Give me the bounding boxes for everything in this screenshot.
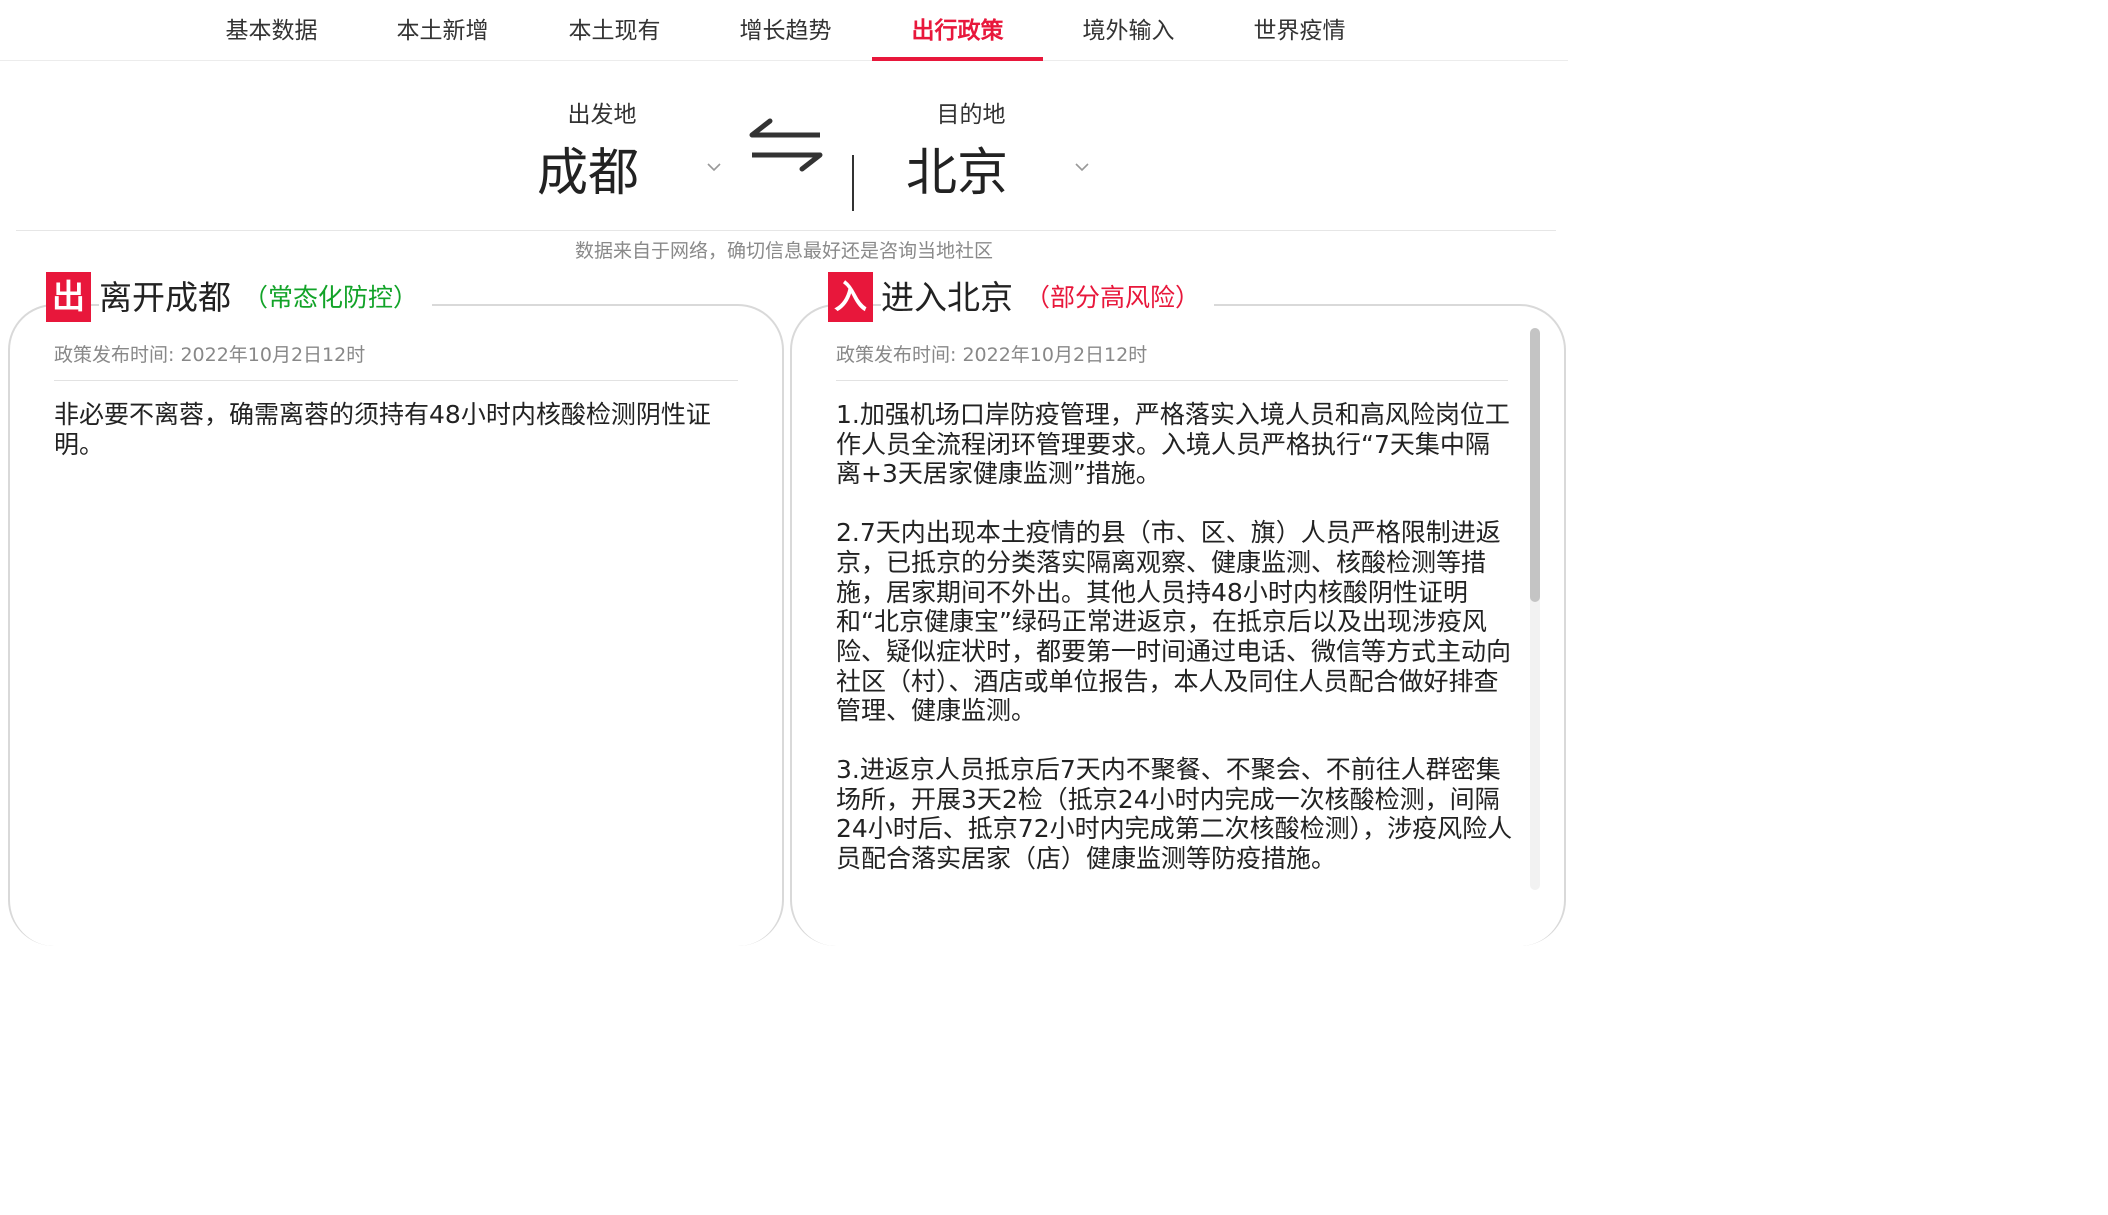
leave-risk-level: （常态化防控） — [243, 283, 419, 312]
origin-city-select[interactable]: 成都 — [488, 138, 688, 210]
enter-divider — [836, 380, 1508, 381]
leave-publish-time: 政策发布时间: 2022年10月2日12时 — [54, 344, 366, 366]
chevron-down-icon[interactable] — [1075, 162, 1089, 174]
enter-risk-level: （部分高风险） — [1025, 283, 1201, 312]
destination-city-select[interactable]: 北京 — [857, 138, 1057, 210]
enter-publish-time: 政策发布时间: 2022年10月2日12时 — [836, 344, 1148, 366]
tab-local-current[interactable]: 本土现有 — [529, 0, 700, 60]
enter-policy-paragraph: 3.进返京人员抵京后7天内不聚餐、不聚会、不前往人群密集场所，开展3天2检（抵京… — [836, 755, 1513, 874]
tab-imported-cases[interactable]: 境外输入 — [1043, 0, 1214, 60]
enter-badge: 入 — [828, 272, 873, 322]
enter-policy-header: 入 进入北京 （部分高风险） — [828, 272, 1248, 324]
source-note: 数据来自于网络，确切信息最好还是咨询当地社区 — [574, 240, 993, 262]
enter-policy-paragraph: 2.7天内出现本土疫情的县（市、区、旗）人员严格限制进返京，已抵京的分类落实隔离… — [836, 518, 1512, 726]
chevron-down-icon[interactable] — [707, 162, 721, 174]
route-divider — [852, 155, 854, 211]
origin-caption: 出发地 — [567, 102, 637, 128]
destination-caption: 目的地 — [936, 102, 1006, 128]
leave-badge: 出 — [46, 272, 91, 322]
leave-policy-header: 出 离开成都 （常态化防控） — [46, 272, 466, 324]
tab-travel-policy[interactable]: 出行政策 — [872, 0, 1043, 61]
leave-title-wrap: 离开成都 （常态化防控） — [99, 276, 433, 320]
enter-title: 进入北京 — [881, 278, 1013, 317]
tab-growth-trend[interactable]: 增长趋势 — [700, 0, 871, 60]
enter-scrollbar-thumb[interactable] — [1530, 328, 1540, 602]
leave-divider — [54, 380, 738, 381]
enter-scrollbar[interactable] — [1530, 328, 1540, 890]
enter-policy-scroll-area[interactable]: 1.加强机场口岸防疫管理，严格落实入境人员和高风险岗位工作人员全流程闭环管理要求… — [836, 400, 1514, 888]
tab-basic-data[interactable]: 基本数据 — [186, 0, 357, 60]
tab-bar: 基本数据 本土新增 本土现有 增长趋势 出行政策 境外输入 世界疫情 — [0, 0, 1568, 61]
tab-world-epidemic[interactable]: 世界疫情 — [1214, 0, 1385, 60]
leave-policy-text: 非必要不离蓉，确需离蓉的须持有48小时内核酸检测阴性证明。 — [54, 400, 711, 459]
swap-arrows-icon[interactable] — [748, 117, 824, 173]
leave-title: 离开成都 — [99, 278, 231, 317]
tab-local-new[interactable]: 本土新增 — [357, 0, 528, 60]
enter-policy-paragraph: 1.加强机场口岸防疫管理，严格落实入境人员和高风险岗位工作人员全流程闭环管理要求… — [836, 400, 1510, 489]
enter-title-wrap: 进入北京 （部分高风险） — [881, 276, 1215, 320]
section-divider — [16, 230, 1556, 231]
